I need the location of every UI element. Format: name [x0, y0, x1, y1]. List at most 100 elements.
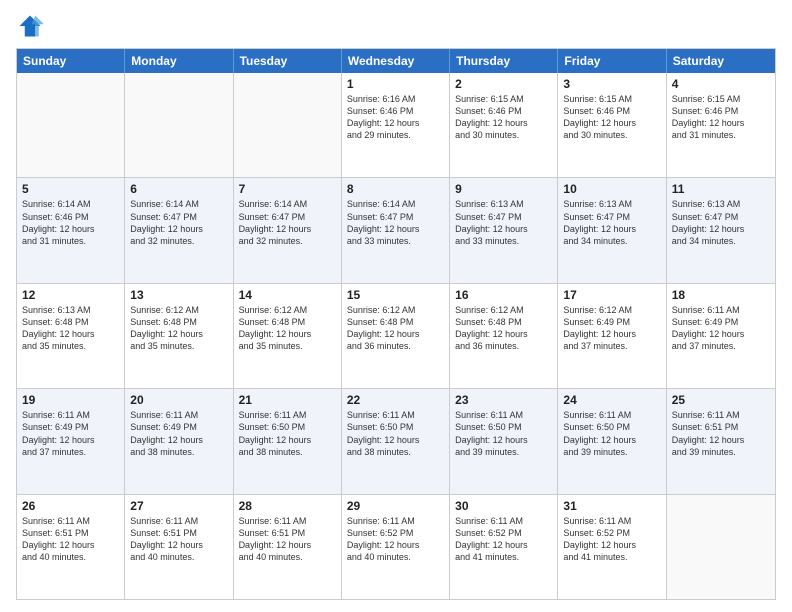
calendar-cell-r4-c6 [667, 495, 775, 599]
day-number: 25 [672, 393, 770, 407]
day-info: Sunrise: 6:11 AM Sunset: 6:51 PM Dayligh… [239, 515, 336, 564]
calendar-cell-r3-c6: 25 Sunrise: 6:11 AM Sunset: 6:51 PM Dayli… [667, 389, 775, 493]
logo-icon [16, 12, 44, 40]
calendar-cell-r2-c0: 12Sunrise: 6:13 AM Sunset: 6:48 PM Dayli… [17, 284, 125, 388]
day-number: 30 [455, 499, 552, 513]
calendar-cell-r1-c1: 6 Sunrise: 6:14 AM Sunset: 6:47 PM Daylig… [125, 178, 233, 282]
calendar-row-1: 5 Sunrise: 6:14 AM Sunset: 6:46 PM Daylig… [17, 177, 775, 282]
weekday-header-monday: Monday [125, 49, 233, 73]
calendar-cell-r0-c4: 2 Sunrise: 6:15 AM Sunset: 6:46 PM Daylig… [450, 73, 558, 177]
day-info: Sunrise: 6:11 AM Sunset: 6:52 PM Dayligh… [563, 515, 660, 564]
day-number: 18 [672, 288, 770, 302]
day-number: 22 [347, 393, 444, 407]
day-number: 2 [455, 77, 552, 91]
calendar-cell-r0-c6: 4 Sunrise: 6:15 AM Sunset: 6:46 PM Daylig… [667, 73, 775, 177]
day-number: 17 [563, 288, 660, 302]
day-number: 4 [672, 77, 770, 91]
day-info: Sunrise: 6:12 AM Sunset: 6:48 PM Dayligh… [130, 304, 227, 353]
calendar-cell-r2-c6: 18 Sunrise: 6:11 AM Sunset: 6:49 PM Dayli… [667, 284, 775, 388]
day-number: 27 [130, 499, 227, 513]
day-number: 6 [130, 182, 227, 196]
day-number: 31 [563, 499, 660, 513]
calendar-cell-r3-c5: 24Sunrise: 6:11 AM Sunset: 6:50 PM Dayli… [558, 389, 666, 493]
day-info: Sunrise: 6:11 AM Sunset: 6:49 PM Dayligh… [22, 409, 119, 458]
day-info: Sunrise: 6:13 AM Sunset: 6:47 PM Dayligh… [563, 198, 660, 247]
calendar-cell-r1-c5: 10 Sunrise: 6:13 AM Sunset: 6:47 PM Dayli… [558, 178, 666, 282]
day-number: 21 [239, 393, 336, 407]
day-info: Sunrise: 6:14 AM Sunset: 6:47 PM Dayligh… [239, 198, 336, 247]
calendar-row-2: 12Sunrise: 6:13 AM Sunset: 6:48 PM Dayli… [17, 283, 775, 388]
day-info: Sunrise: 6:11 AM Sunset: 6:50 PM Dayligh… [563, 409, 660, 458]
calendar-cell-r3-c0: 19 Sunrise: 6:11 AM Sunset: 6:49 PM Dayli… [17, 389, 125, 493]
day-info: Sunrise: 6:11 AM Sunset: 6:51 PM Dayligh… [672, 409, 770, 458]
calendar-cell-r3-c2: 21 Sunrise: 6:11 AM Sunset: 6:50 PM Dayli… [234, 389, 342, 493]
day-number: 29 [347, 499, 444, 513]
day-info: Sunrise: 6:11 AM Sunset: 6:52 PM Dayligh… [455, 515, 552, 564]
day-info: Sunrise: 6:12 AM Sunset: 6:49 PM Dayligh… [563, 304, 660, 353]
day-info: Sunrise: 6:11 AM Sunset: 6:49 PM Dayligh… [130, 409, 227, 458]
day-info: Sunrise: 6:12 AM Sunset: 6:48 PM Dayligh… [347, 304, 444, 353]
calendar-cell-r3-c1: 20Sunrise: 6:11 AM Sunset: 6:49 PM Dayli… [125, 389, 233, 493]
day-number: 28 [239, 499, 336, 513]
day-number: 10 [563, 182, 660, 196]
calendar-cell-r2-c2: 14 Sunrise: 6:12 AM Sunset: 6:48 PM Dayli… [234, 284, 342, 388]
weekday-header-tuesday: Tuesday [234, 49, 342, 73]
day-number: 23 [455, 393, 552, 407]
calendar-cell-r1-c6: 11Sunrise: 6:13 AM Sunset: 6:47 PM Dayli… [667, 178, 775, 282]
day-info: Sunrise: 6:14 AM Sunset: 6:46 PM Dayligh… [22, 198, 119, 247]
calendar-cell-r4-c0: 26Sunrise: 6:11 AM Sunset: 6:51 PM Dayli… [17, 495, 125, 599]
calendar-cell-r0-c3: 1 Sunrise: 6:16 AM Sunset: 6:46 PM Daylig… [342, 73, 450, 177]
calendar-cell-r3-c4: 23 Sunrise: 6:11 AM Sunset: 6:50 PM Dayli… [450, 389, 558, 493]
day-number: 5 [22, 182, 119, 196]
day-info: Sunrise: 6:15 AM Sunset: 6:46 PM Dayligh… [672, 93, 770, 142]
day-info: Sunrise: 6:11 AM Sunset: 6:50 PM Dayligh… [455, 409, 552, 458]
header [16, 12, 776, 40]
day-info: Sunrise: 6:13 AM Sunset: 6:47 PM Dayligh… [672, 198, 770, 247]
day-number: 7 [239, 182, 336, 196]
day-info: Sunrise: 6:16 AM Sunset: 6:46 PM Dayligh… [347, 93, 444, 142]
page: SundayMondayTuesdayWednesdayThursdayFrid… [0, 0, 792, 612]
day-info: Sunrise: 6:12 AM Sunset: 6:48 PM Dayligh… [455, 304, 552, 353]
day-number: 15 [347, 288, 444, 302]
day-info: Sunrise: 6:11 AM Sunset: 6:51 PM Dayligh… [22, 515, 119, 564]
calendar-cell-r0-c5: 3 Sunrise: 6:15 AM Sunset: 6:46 PM Daylig… [558, 73, 666, 177]
day-info: Sunrise: 6:11 AM Sunset: 6:51 PM Dayligh… [130, 515, 227, 564]
day-number: 1 [347, 77, 444, 91]
day-number: 14 [239, 288, 336, 302]
calendar-cell-r2-c1: 13 Sunrise: 6:12 AM Sunset: 6:48 PM Dayli… [125, 284, 233, 388]
day-info: Sunrise: 6:11 AM Sunset: 6:52 PM Dayligh… [347, 515, 444, 564]
day-number: 19 [22, 393, 119, 407]
day-info: Sunrise: 6:14 AM Sunset: 6:47 PM Dayligh… [347, 198, 444, 247]
day-info: Sunrise: 6:12 AM Sunset: 6:48 PM Dayligh… [239, 304, 336, 353]
weekday-header-saturday: Saturday [667, 49, 775, 73]
day-number: 13 [130, 288, 227, 302]
calendar: SundayMondayTuesdayWednesdayThursdayFrid… [16, 48, 776, 600]
calendar-cell-r0-c2 [234, 73, 342, 177]
calendar-cell-r1-c2: 7 Sunrise: 6:14 AM Sunset: 6:47 PM Daylig… [234, 178, 342, 282]
weekday-header-thursday: Thursday [450, 49, 558, 73]
day-number: 12 [22, 288, 119, 302]
day-info: Sunrise: 6:15 AM Sunset: 6:46 PM Dayligh… [455, 93, 552, 142]
day-number: 3 [563, 77, 660, 91]
calendar-cell-r2-c4: 16Sunrise: 6:12 AM Sunset: 6:48 PM Dayli… [450, 284, 558, 388]
day-info: Sunrise: 6:11 AM Sunset: 6:49 PM Dayligh… [672, 304, 770, 353]
calendar-cell-r2-c5: 17 Sunrise: 6:12 AM Sunset: 6:49 PM Dayli… [558, 284, 666, 388]
day-info: Sunrise: 6:11 AM Sunset: 6:50 PM Dayligh… [239, 409, 336, 458]
calendar-cell-r1-c3: 8Sunrise: 6:14 AM Sunset: 6:47 PM Daylig… [342, 178, 450, 282]
calendar-cell-r1-c4: 9Sunrise: 6:13 AM Sunset: 6:47 PM Daylig… [450, 178, 558, 282]
logo [16, 12, 48, 40]
day-info: Sunrise: 6:13 AM Sunset: 6:47 PM Dayligh… [455, 198, 552, 247]
calendar-cell-r4-c2: 28 Sunrise: 6:11 AM Sunset: 6:51 PM Dayli… [234, 495, 342, 599]
calendar-cell-r0-c1 [125, 73, 233, 177]
calendar-cell-r2-c3: 15 Sunrise: 6:12 AM Sunset: 6:48 PM Dayli… [342, 284, 450, 388]
weekday-header-friday: Friday [558, 49, 666, 73]
calendar-cell-r4-c4: 30 Sunrise: 6:11 AM Sunset: 6:52 PM Dayli… [450, 495, 558, 599]
calendar-cell-r0-c0 [17, 73, 125, 177]
day-info: Sunrise: 6:14 AM Sunset: 6:47 PM Dayligh… [130, 198, 227, 247]
calendar-cell-r1-c0: 5 Sunrise: 6:14 AM Sunset: 6:46 PM Daylig… [17, 178, 125, 282]
calendar-cell-r3-c3: 22 Sunrise: 6:11 AM Sunset: 6:50 PM Dayli… [342, 389, 450, 493]
calendar-body: 1 Sunrise: 6:16 AM Sunset: 6:46 PM Daylig… [17, 73, 775, 599]
day-info: Sunrise: 6:11 AM Sunset: 6:50 PM Dayligh… [347, 409, 444, 458]
calendar-cell-r4-c5: 31 Sunrise: 6:11 AM Sunset: 6:52 PM Dayli… [558, 495, 666, 599]
day-info: Sunrise: 6:15 AM Sunset: 6:46 PM Dayligh… [563, 93, 660, 142]
